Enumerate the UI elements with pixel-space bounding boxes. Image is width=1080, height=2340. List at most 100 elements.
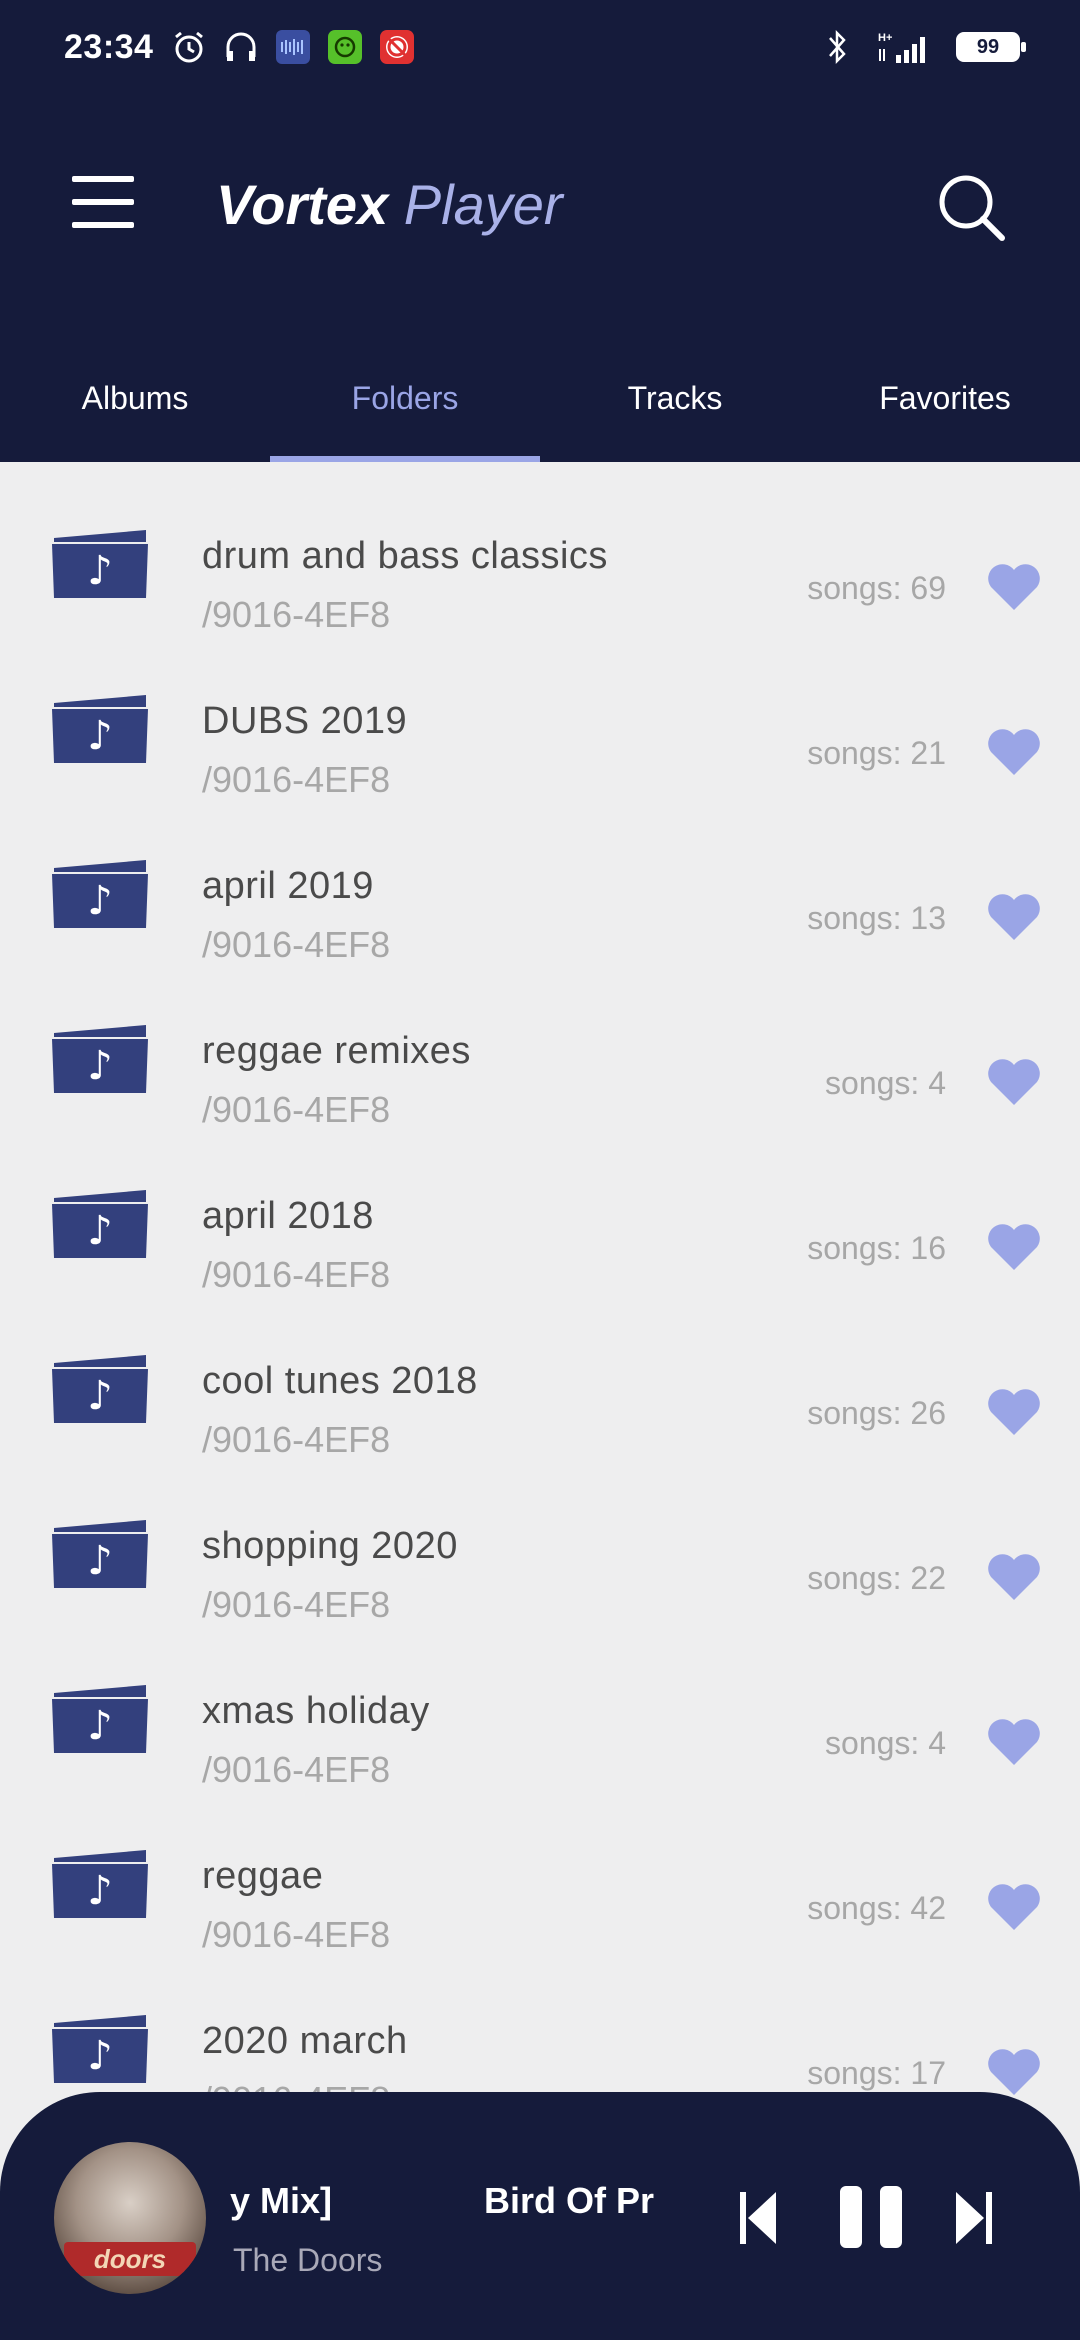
- menu-icon-bar: [72, 222, 134, 228]
- music-folder-icon: ♪: [52, 1850, 148, 1918]
- heart-icon[interactable]: [986, 2047, 1042, 2097]
- list-item[interactable]: ♪ drum and bass classics /9016-4EF8 song…: [0, 462, 1080, 635]
- song-count: songs: 16: [807, 1230, 946, 1266]
- svg-text:♪: ♪: [87, 878, 113, 924]
- folder-name: april 2018: [202, 1195, 374, 1237]
- tab-albums[interactable]: Albums: [0, 360, 270, 462]
- svg-text:♪: ♪: [87, 1538, 113, 1584]
- music-folder-icon: ♪: [52, 1025, 148, 1093]
- song-count: songs: 4: [825, 1725, 946, 1761]
- album-cover-logo: doors: [64, 2242, 196, 2276]
- folder-name: DUBS 2019: [202, 700, 408, 742]
- app-title-secondary: Player: [403, 173, 563, 236]
- svg-text:♪: ♪: [87, 1373, 113, 1419]
- svg-text:♪: ♪: [87, 713, 113, 759]
- music-folder-icon: ♪: [52, 1520, 148, 1588]
- music-folder-icon: ♪: [52, 1685, 148, 1753]
- svg-text:♪: ♪: [87, 1868, 113, 1914]
- next-icon: [956, 2192, 984, 2244]
- previous-track-button[interactable]: [738, 2190, 778, 2246]
- list-item[interactable]: ♪ shopping 2020 /9016-4EF8 songs: 22: [0, 1452, 1080, 1625]
- song-count: songs: 17: [807, 2055, 946, 2091]
- song-count: songs: 13: [807, 900, 946, 936]
- svg-text:♪: ♪: [87, 548, 113, 594]
- top-app-bar: 23:34 H+ 99 Vortex Player Albums Folders…: [0, 0, 1080, 462]
- svg-text:♪: ♪: [87, 2033, 113, 2079]
- folder-name: reggae: [202, 1855, 324, 1897]
- music-folder-icon: ♪: [52, 530, 148, 598]
- list-item[interactable]: ♪ cool tunes 2018 /9016-4EF8 songs: 26: [0, 1287, 1080, 1460]
- folder-name: 2020 march: [202, 2020, 408, 2062]
- app-green-icon: [326, 28, 364, 66]
- heart-icon[interactable]: [986, 1222, 1042, 1272]
- status-bar: 23:34 H+ 99: [0, 0, 1080, 100]
- pause-button[interactable]: [838, 2184, 904, 2250]
- tab-favorites[interactable]: Favorites: [810, 360, 1080, 462]
- heart-icon[interactable]: [986, 562, 1042, 612]
- now-playing-artist: The Doors: [233, 2242, 383, 2278]
- mini-player[interactable]: doors y Mix] The Doors Bird Of Pr: [0, 2092, 1080, 2340]
- now-playing-title: y Mix]: [230, 2180, 333, 2221]
- signal-icon: H+: [876, 28, 936, 66]
- status-left-icons: [170, 28, 416, 66]
- status-time: 23:34: [64, 28, 154, 66]
- list-item[interactable]: ♪ reggae /9016-4EF8 songs: 42: [0, 1782, 1080, 1955]
- search-icon: [939, 175, 1005, 241]
- list-item[interactable]: ♪ xmas holiday /9016-4EF8 songs: 4: [0, 1617, 1080, 1790]
- svg-text:♪: ♪: [87, 1208, 113, 1254]
- bluetooth-icon: [818, 28, 856, 66]
- next-track-button[interactable]: [954, 2190, 994, 2246]
- music-folder-icon: ♪: [52, 1355, 148, 1423]
- heart-icon[interactable]: [986, 727, 1042, 777]
- music-folder-icon: ♪: [52, 2015, 148, 2083]
- list-item[interactable]: ♪ april 2018 /9016-4EF8 songs: 16: [0, 1122, 1080, 1295]
- now-playing-title-scroll: Bird Of Pr: [484, 2180, 655, 2221]
- heart-icon[interactable]: [986, 1057, 1042, 1107]
- folder-name: shopping 2020: [202, 1525, 458, 1567]
- heart-icon[interactable]: [986, 1882, 1042, 1932]
- song-count: songs: 22: [807, 1560, 946, 1596]
- heart-icon[interactable]: [986, 1552, 1042, 1602]
- network-type-label: H+: [878, 32, 892, 44]
- music-folder-icon: ♪: [52, 860, 148, 928]
- folder-name: cool tunes 2018: [202, 1360, 478, 1402]
- folder-name: drum and bass classics: [202, 535, 608, 577]
- app-title: Vortex Player: [216, 172, 563, 237]
- tab-bar: Albums Folders Tracks Favorites: [0, 360, 1080, 462]
- song-count: songs: 69: [807, 570, 946, 606]
- heart-icon[interactable]: [986, 1717, 1042, 1767]
- list-item[interactable]: ♪ reggae remixes /9016-4EF8 songs: 4: [0, 957, 1080, 1130]
- tab-tracks[interactable]: Tracks: [540, 360, 810, 462]
- heart-icon[interactable]: [986, 1387, 1042, 1437]
- svg-text:♪: ♪: [87, 1703, 113, 1749]
- previous-icon: [740, 2192, 746, 2244]
- app-red-icon: [378, 28, 416, 66]
- song-count: songs: 26: [807, 1395, 946, 1431]
- heart-icon[interactable]: [986, 892, 1042, 942]
- pause-icon: [840, 2186, 862, 2248]
- menu-button[interactable]: [72, 176, 134, 228]
- list-item[interactable]: ♪ april 2019 /9016-4EF8 songs: 13: [0, 792, 1080, 965]
- battery-indicator: 99: [956, 32, 1026, 62]
- music-folder-icon: ♪: [52, 1190, 148, 1258]
- folder-name: april 2019: [202, 865, 374, 907]
- song-count: songs: 21: [807, 735, 946, 771]
- tab-folders[interactable]: Folders: [270, 360, 540, 462]
- menu-icon-bar: [72, 176, 134, 182]
- album-cover[interactable]: doors: [54, 2142, 206, 2294]
- status-right-icons: H+ 99: [818, 28, 1026, 66]
- list-item[interactable]: ♪ 2020 march /9016-4EF8 songs: 17: [0, 1947, 1080, 2120]
- song-count: songs: 42: [807, 1890, 946, 1926]
- music-folder-icon: ♪: [52, 695, 148, 763]
- folder-name: reggae remixes: [202, 1030, 471, 1072]
- folder-list: ♪ drum and bass classics /9016-4EF8 song…: [0, 462, 1080, 2120]
- search-button[interactable]: [936, 172, 1008, 244]
- headphones-icon: [222, 28, 260, 66]
- list-item[interactable]: ♪ DUBS 2019 /9016-4EF8 songs: 21: [0, 627, 1080, 800]
- app-title-primary: Vortex: [216, 173, 389, 236]
- song-count: songs: 4: [825, 1065, 946, 1101]
- svg-text:♪: ♪: [87, 1043, 113, 1089]
- folder-name: xmas holiday: [202, 1690, 430, 1732]
- alarm-icon: [170, 28, 208, 66]
- app-blue-icon: [274, 28, 312, 66]
